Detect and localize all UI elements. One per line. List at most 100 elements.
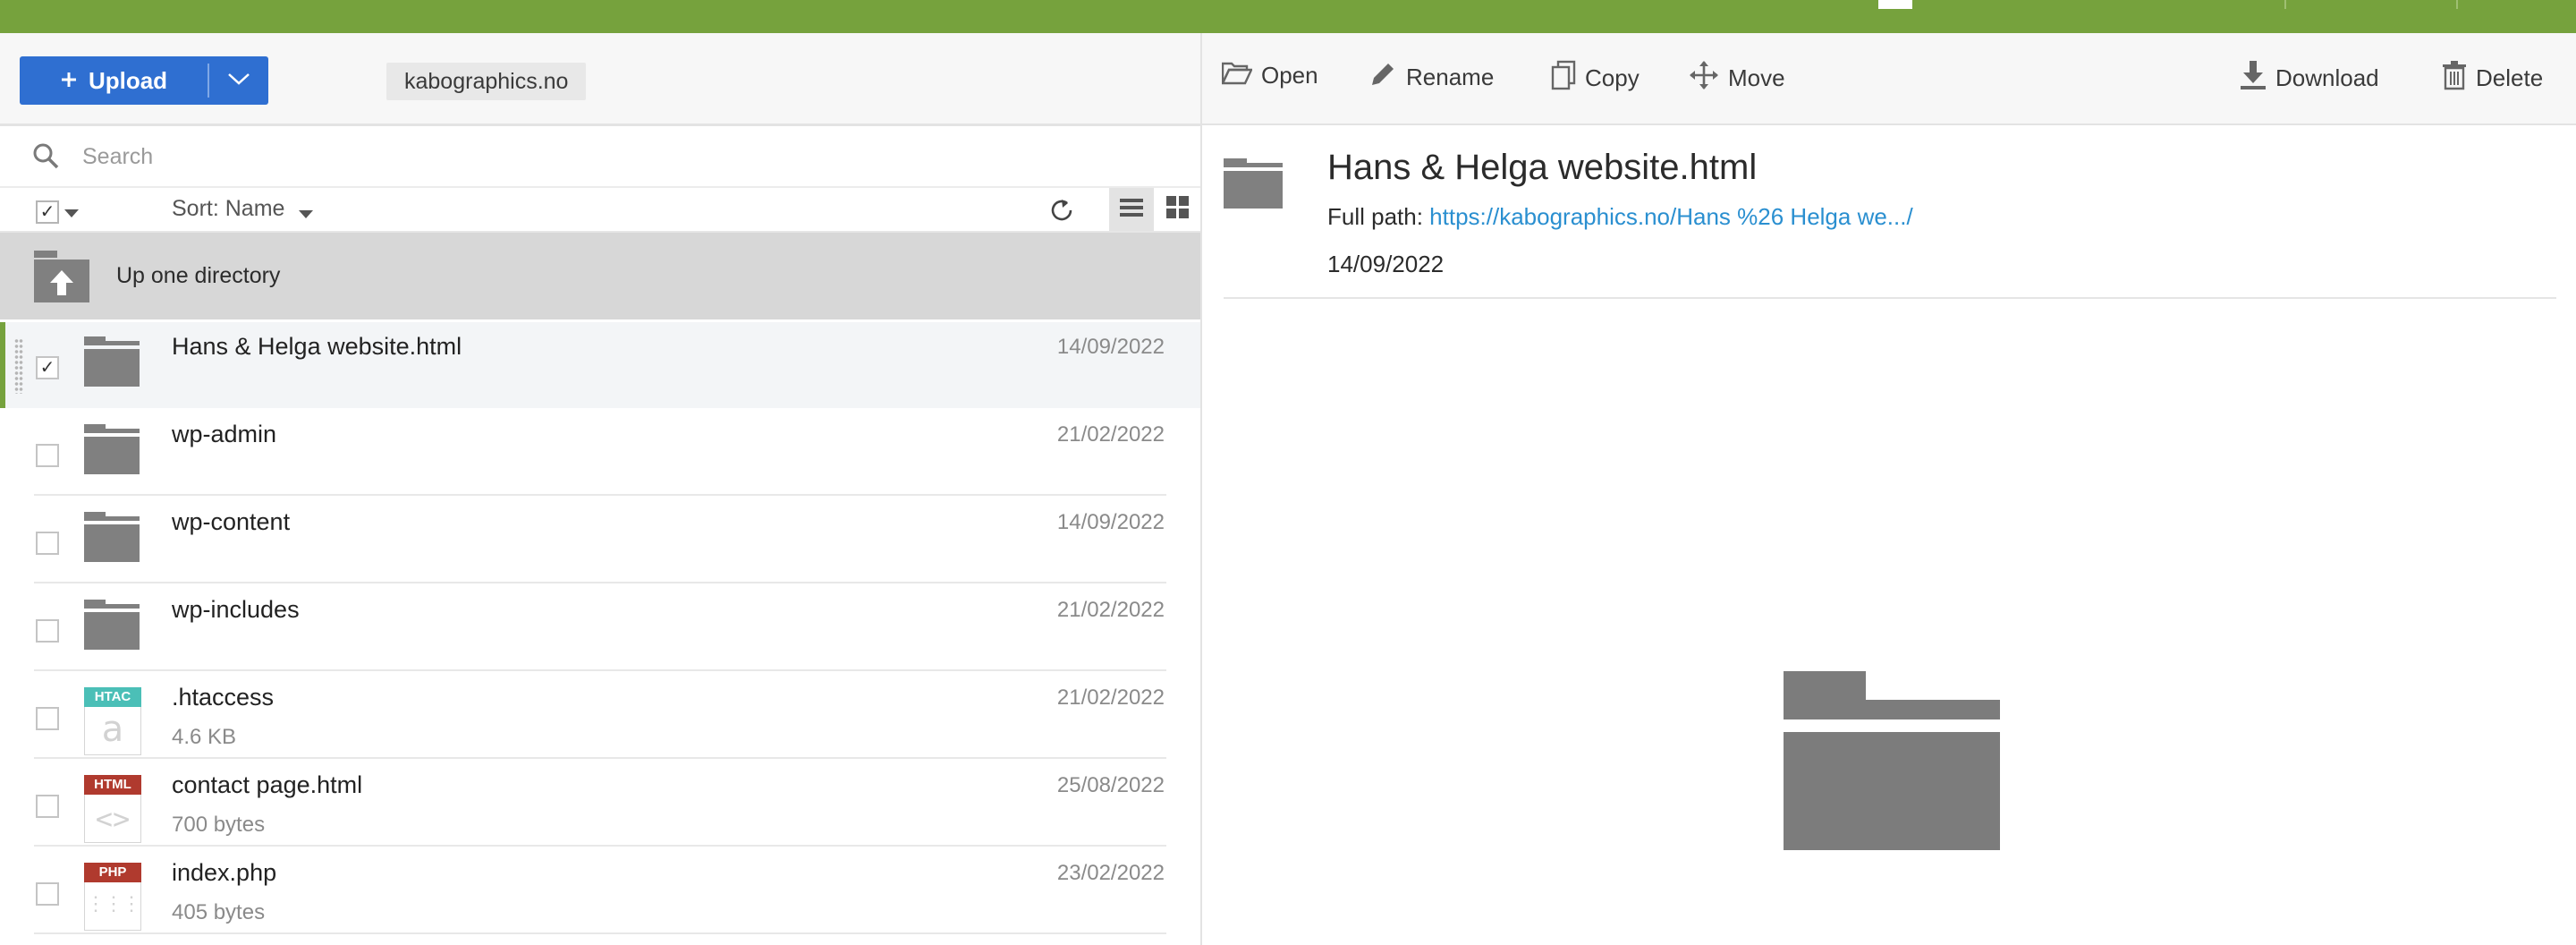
large-folder-preview-icon bbox=[1784, 671, 2000, 855]
row-checkbox[interactable] bbox=[36, 619, 59, 643]
row-checkbox[interactable] bbox=[36, 444, 59, 467]
file-name: wp-content bbox=[172, 508, 291, 535]
file-row-wp-admin[interactable]: wp-admin 21/02/2022 bbox=[0, 410, 1200, 496]
full-path-link[interactable]: https://kabographics.no/Hans %26 Helga w… bbox=[1429, 203, 1913, 230]
chevron-down-icon bbox=[227, 72, 250, 90]
move-button[interactable]: Move bbox=[1689, 60, 1785, 97]
folder-up-icon bbox=[34, 251, 89, 307]
top-bar-checkbox-fragment[interactable] bbox=[1878, 0, 1912, 9]
row-checkbox[interactable] bbox=[36, 795, 59, 818]
details-pane: Open Rename Copy Move Download Delete Ha… bbox=[1202, 33, 2576, 945]
copy-icon bbox=[1551, 60, 1576, 97]
file-glyph: <> bbox=[95, 802, 131, 836]
plus-icon bbox=[60, 67, 78, 95]
select-options-caret-icon[interactable] bbox=[64, 207, 79, 223]
file-date: 14/09/2022 bbox=[1056, 510, 1165, 534]
file-name: wp-includes bbox=[172, 596, 300, 623]
row-divider bbox=[34, 845, 1166, 847]
download-button[interactable]: Download bbox=[2240, 60, 2379, 97]
row-divider bbox=[34, 669, 1166, 671]
current-directory-chip[interactable]: kabographics.no bbox=[386, 63, 587, 100]
file-date: 21/02/2022 bbox=[1056, 598, 1165, 622]
details-date: 14/09/2022 bbox=[1327, 251, 1445, 277]
file-row-hans-helga[interactable]: ✓ Hans & Helga website.html 14/09/2022 bbox=[0, 322, 1200, 408]
list-header: ✓ Sort: Name bbox=[0, 188, 1200, 233]
top-bar bbox=[0, 0, 2576, 33]
row-checkbox[interactable] bbox=[36, 882, 59, 906]
file-name: contact page.html bbox=[172, 771, 363, 798]
file-date: 21/02/2022 bbox=[1056, 685, 1165, 710]
row-checkbox[interactable] bbox=[36, 707, 59, 730]
select-all-checkbox[interactable]: ✓ bbox=[36, 200, 59, 224]
download-label: Download bbox=[2275, 64, 2379, 91]
file-row-contact-page[interactable]: HTML <> contact page.html 700 bytes 25/0… bbox=[0, 761, 1200, 847]
folder-icon bbox=[84, 600, 140, 654]
up-one-directory-label: Up one directory bbox=[116, 263, 281, 288]
upload-button-group: Upload bbox=[20, 56, 268, 105]
full-path-label: Full path: bbox=[1327, 203, 1430, 230]
upload-options-button[interactable] bbox=[209, 56, 268, 105]
file-date: 23/02/2022 bbox=[1056, 861, 1165, 885]
list-view-button[interactable] bbox=[1109, 188, 1154, 231]
copy-button[interactable]: Copy bbox=[1551, 60, 1640, 97]
search-input[interactable] bbox=[80, 135, 1157, 178]
row-divider bbox=[34, 932, 1166, 934]
row-divider bbox=[34, 582, 1166, 583]
upload-label: Upload bbox=[88, 66, 168, 94]
file-date: 14/09/2022 bbox=[1056, 335, 1165, 359]
open-button[interactable]: Open bbox=[1221, 60, 1318, 91]
file-name: .htaccess bbox=[172, 684, 275, 711]
upload-button[interactable]: Upload bbox=[20, 56, 208, 105]
file-size: 700 bytes bbox=[172, 813, 266, 837]
file-row-htaccess[interactable]: HTAC a .htaccess 4.6 KB 21/02/2022 bbox=[0, 673, 1200, 759]
folder-icon bbox=[1224, 158, 1283, 213]
move-label: Move bbox=[1728, 64, 1785, 91]
details-title: Hans & Helga website.html bbox=[1327, 148, 1758, 187]
drag-handle-icon[interactable] bbox=[14, 338, 23, 394]
left-toolbar: Upload kabographics.no bbox=[0, 33, 1200, 126]
file-list-pane: Upload kabographics.no ✓ Sort: Name bbox=[0, 33, 1200, 945]
file-row-index-php[interactable]: PHP ⋮⋮⋮ index.php 405 bytes 23/02/2022 bbox=[0, 848, 1200, 934]
refresh-icon[interactable] bbox=[1046, 195, 1077, 230]
file-name: Hans & Helga website.html bbox=[172, 333, 462, 360]
file-size: 405 bytes bbox=[172, 900, 266, 924]
up-one-directory-row[interactable]: Up one directory bbox=[0, 233, 1200, 319]
copy-label: Copy bbox=[1585, 64, 1640, 91]
sort-caret-icon[interactable] bbox=[299, 208, 313, 224]
row-checkbox[interactable] bbox=[36, 532, 59, 555]
file-name: index.php bbox=[172, 859, 277, 886]
file-row-wp-content[interactable]: wp-content 14/09/2022 bbox=[0, 498, 1200, 583]
search-icon bbox=[32, 142, 59, 174]
top-bar-separator bbox=[2284, 0, 2286, 9]
move-arrows-icon bbox=[1689, 60, 1719, 97]
file-size: 4.6 KB bbox=[172, 725, 237, 749]
list-view-icon bbox=[1120, 198, 1143, 222]
row-checkbox[interactable]: ✓ bbox=[36, 356, 59, 379]
folder-icon bbox=[84, 512, 140, 566]
pencil-icon bbox=[1368, 60, 1397, 95]
open-label: Open bbox=[1261, 62, 1318, 89]
open-folder-icon bbox=[1221, 60, 1253, 91]
sort-dropdown[interactable]: Sort: Name bbox=[172, 196, 284, 222]
delete-button[interactable]: Delete bbox=[2442, 60, 2543, 97]
top-bar-separator bbox=[2456, 0, 2458, 9]
details-divider bbox=[1224, 297, 2556, 299]
file-name: wp-admin bbox=[172, 421, 277, 447]
file-glyph: a bbox=[101, 709, 124, 750]
rename-button[interactable]: Rename bbox=[1368, 60, 1494, 95]
grid-view-button[interactable] bbox=[1156, 188, 1200, 231]
row-divider bbox=[34, 757, 1166, 759]
actions-toolbar: Open Rename Copy Move Download Delete bbox=[1202, 33, 2576, 125]
folder-icon bbox=[84, 336, 140, 391]
file-type-badge: PHP bbox=[84, 863, 141, 882]
delete-label: Delete bbox=[2476, 64, 2544, 91]
rename-label: Rename bbox=[1406, 64, 1495, 90]
file-glyph: ⋮⋮⋮ bbox=[86, 893, 141, 915]
selection-accent bbox=[0, 322, 5, 408]
search-bar bbox=[0, 126, 1200, 188]
file-date: 25/08/2022 bbox=[1056, 773, 1165, 797]
file-date: 21/02/2022 bbox=[1056, 422, 1165, 447]
file-type-badge: HTAC bbox=[84, 687, 141, 707]
trash-icon bbox=[2442, 60, 2467, 97]
file-row-wp-includes[interactable]: wp-includes 21/02/2022 bbox=[0, 585, 1200, 671]
